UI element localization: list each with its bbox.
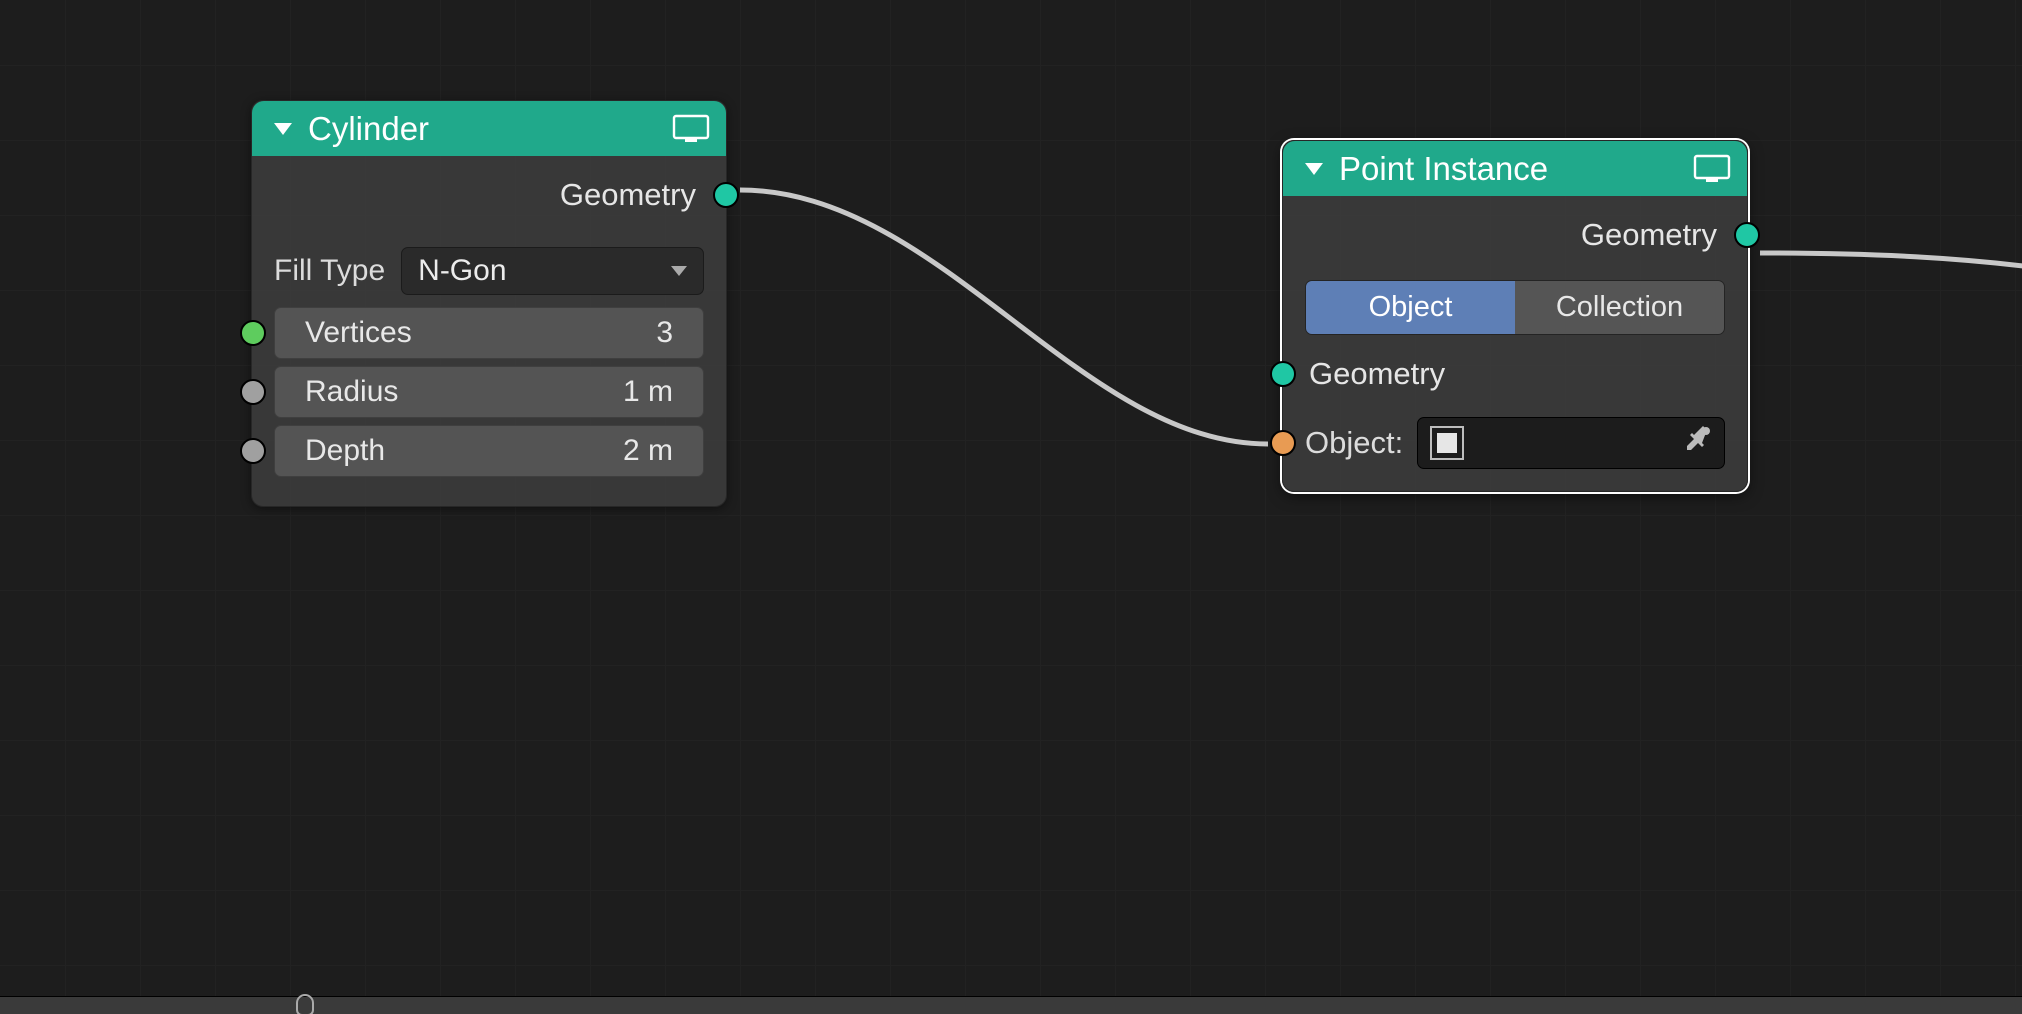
socket-out-geometry[interactable] <box>1734 222 1760 248</box>
depth-field[interactable]: Depth 2 m <box>274 425 704 477</box>
status-bar <box>0 996 2022 1014</box>
vertices-value: 3 <box>656 316 673 350</box>
socket-in-object[interactable] <box>1270 430 1296 456</box>
mode-object-button[interactable]: Object <box>1306 281 1515 334</box>
radius-label: Radius <box>305 375 398 409</box>
object-picker[interactable] <box>1417 417 1725 469</box>
radius-value: 1 m <box>623 375 673 409</box>
fill-type-value: N-Gon <box>418 254 506 288</box>
chevron-down-icon <box>671 266 687 276</box>
socket-in-depth[interactable] <box>240 438 266 464</box>
depth-value: 2 m <box>623 434 673 468</box>
preview-icon[interactable] <box>1693 154 1731 184</box>
socket-in-radius[interactable] <box>240 379 266 405</box>
collapse-icon[interactable] <box>1305 163 1323 175</box>
fill-type-row: Fill Type N-Gon <box>274 242 704 300</box>
node-editor-canvas[interactable]: Cylinder Geometry Fill Type N-Gon <box>0 0 2022 1014</box>
node-point-instance[interactable]: Point Instance Geometry Object Collectio… <box>1282 140 1748 492</box>
depth-label: Depth <box>305 434 385 468</box>
vertices-label: Vertices <box>305 316 412 350</box>
node-body-cylinder: Geometry Fill Type N-Gon Vertices 3 Radi… <box>252 156 726 506</box>
edge-cylinder-to-pointinstance <box>740 190 1268 444</box>
mode-collection-button[interactable]: Collection <box>1515 281 1724 334</box>
radius-field[interactable]: Radius 1 m <box>274 366 704 418</box>
socket-in-vertices[interactable] <box>240 320 266 346</box>
output-geometry-label: Geometry <box>560 177 696 213</box>
node-title: Point Instance <box>1339 150 1693 188</box>
output-geometry-label: Geometry <box>1581 217 1717 253</box>
input-geometry-label: Geometry <box>1305 356 1445 392</box>
node-header-cylinder[interactable]: Cylinder <box>252 101 726 156</box>
node-body-point-instance: Geometry Object Collection Geometry Obje… <box>1283 196 1747 491</box>
eyedropper-icon[interactable] <box>1684 425 1712 461</box>
vertices-field[interactable]: Vertices 3 <box>274 307 704 359</box>
object-label: Object: <box>1305 425 1403 461</box>
node-title: Cylinder <box>308 110 672 148</box>
preview-icon[interactable] <box>672 114 710 144</box>
node-header-point-instance[interactable]: Point Instance <box>1283 141 1747 196</box>
fill-type-label: Fill Type <box>274 254 385 288</box>
node-cylinder[interactable]: Cylinder Geometry Fill Type N-Gon <box>251 100 727 507</box>
output-geometry-row: Geometry <box>274 166 704 224</box>
instance-mode-toggle: Object Collection <box>1305 280 1725 335</box>
collapse-icon[interactable] <box>274 123 292 135</box>
mouse-icon <box>296 994 314 1014</box>
output-geometry-row: Geometry <box>1305 206 1725 264</box>
input-geometry-row: Geometry <box>1305 345 1725 403</box>
object-row: Object: <box>1305 417 1725 469</box>
socket-in-geometry[interactable] <box>1270 361 1296 387</box>
fill-type-dropdown[interactable]: N-Gon <box>401 247 704 295</box>
object-swatch-icon <box>1430 426 1464 460</box>
socket-out-geometry[interactable] <box>713 182 739 208</box>
edge-pointinstance-out <box>1760 253 2022 268</box>
